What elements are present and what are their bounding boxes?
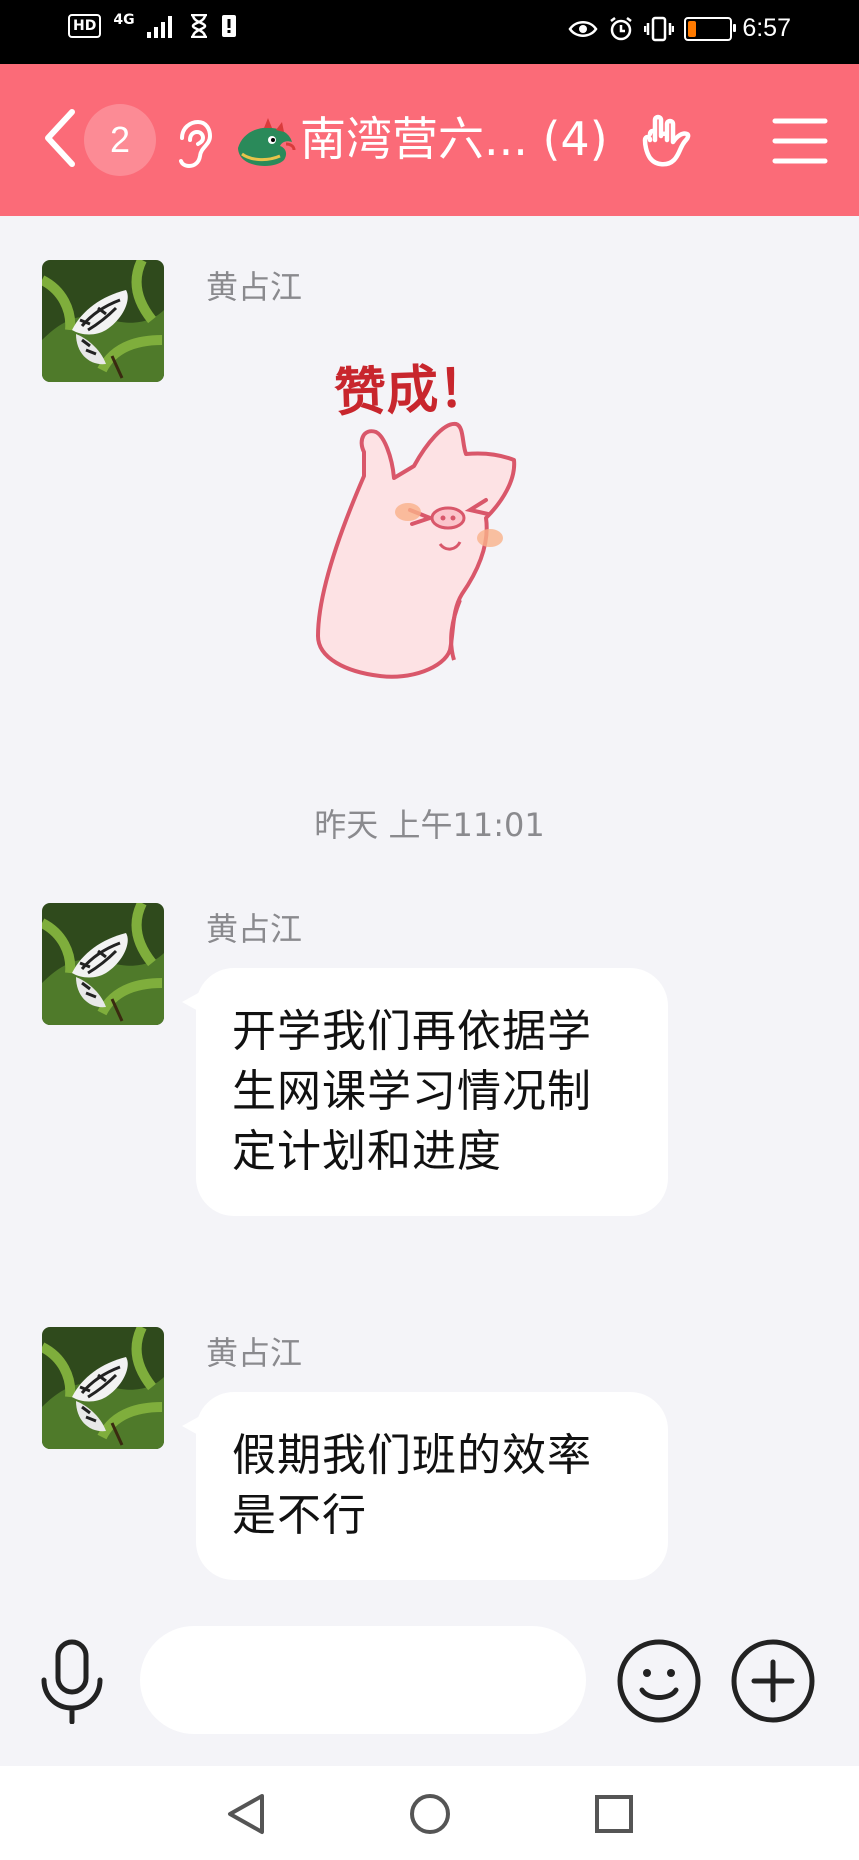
hand-gesture-icon[interactable] bbox=[640, 110, 702, 172]
battery-icon bbox=[684, 16, 737, 41]
sticker-caption: 赞成！ bbox=[333, 358, 492, 424]
signal-icon bbox=[146, 16, 172, 38]
message-bubble[interactable]: 假期我们班的效率是不行 bbox=[182, 1392, 668, 1580]
back-chevron-icon[interactable] bbox=[38, 106, 84, 170]
sender-name: 黄占江 bbox=[206, 1334, 303, 1372]
status-left: HD 4G bbox=[68, 12, 237, 38]
avatar[interactable] bbox=[42, 260, 164, 382]
chat-header: 2 南湾营六... (4) bbox=[0, 64, 859, 216]
network-indicator: 4G bbox=[113, 12, 135, 28]
alarm-icon bbox=[610, 16, 633, 40]
dragon-emoji-icon bbox=[238, 118, 296, 166]
status-time: 6:57 bbox=[742, 14, 791, 42]
status-right: 6:57 bbox=[568, 14, 791, 43]
unread-count-badge[interactable]: 2 bbox=[84, 104, 156, 176]
message-input[interactable] bbox=[140, 1626, 586, 1734]
message-timestamp: 昨天 上午11:01 bbox=[314, 806, 545, 844]
avatar[interactable] bbox=[42, 903, 164, 1025]
status-bar: HD 4G 6:57 bbox=[0, 0, 859, 64]
butterfly-avatar-image bbox=[42, 1327, 164, 1449]
nav-home-icon[interactable] bbox=[406, 1790, 454, 1838]
message-bubble[interactable]: 开学我们再依据学生网课学习情况制定计划和进度 bbox=[182, 968, 668, 1216]
nav-recents-icon[interactable] bbox=[590, 1790, 638, 1838]
butterfly-avatar-image bbox=[42, 903, 164, 1025]
plus-icon[interactable] bbox=[730, 1638, 816, 1724]
menu-icon[interactable] bbox=[772, 116, 828, 166]
ear-icon[interactable] bbox=[172, 118, 214, 168]
microphone-icon[interactable] bbox=[36, 1638, 108, 1724]
hd-badge: HD bbox=[68, 14, 102, 38]
hourglass-icon bbox=[190, 14, 207, 38]
sender-name: 黄占江 bbox=[206, 910, 303, 948]
alert-icon bbox=[221, 15, 236, 37]
battery-level bbox=[688, 20, 696, 37]
input-bar bbox=[0, 1600, 859, 1766]
eye-icon bbox=[568, 20, 598, 37]
vibrate-icon bbox=[644, 16, 675, 41]
butterfly-avatar-image bbox=[42, 260, 164, 382]
system-nav-bar bbox=[0, 1766, 859, 1860]
chat-title: 南湾营六... (4) bbox=[300, 112, 608, 166]
emoji-icon[interactable] bbox=[616, 1638, 702, 1724]
avatar[interactable] bbox=[42, 1327, 164, 1449]
sender-name: 黄占江 bbox=[206, 268, 303, 306]
nav-back-icon[interactable] bbox=[222, 1790, 270, 1838]
